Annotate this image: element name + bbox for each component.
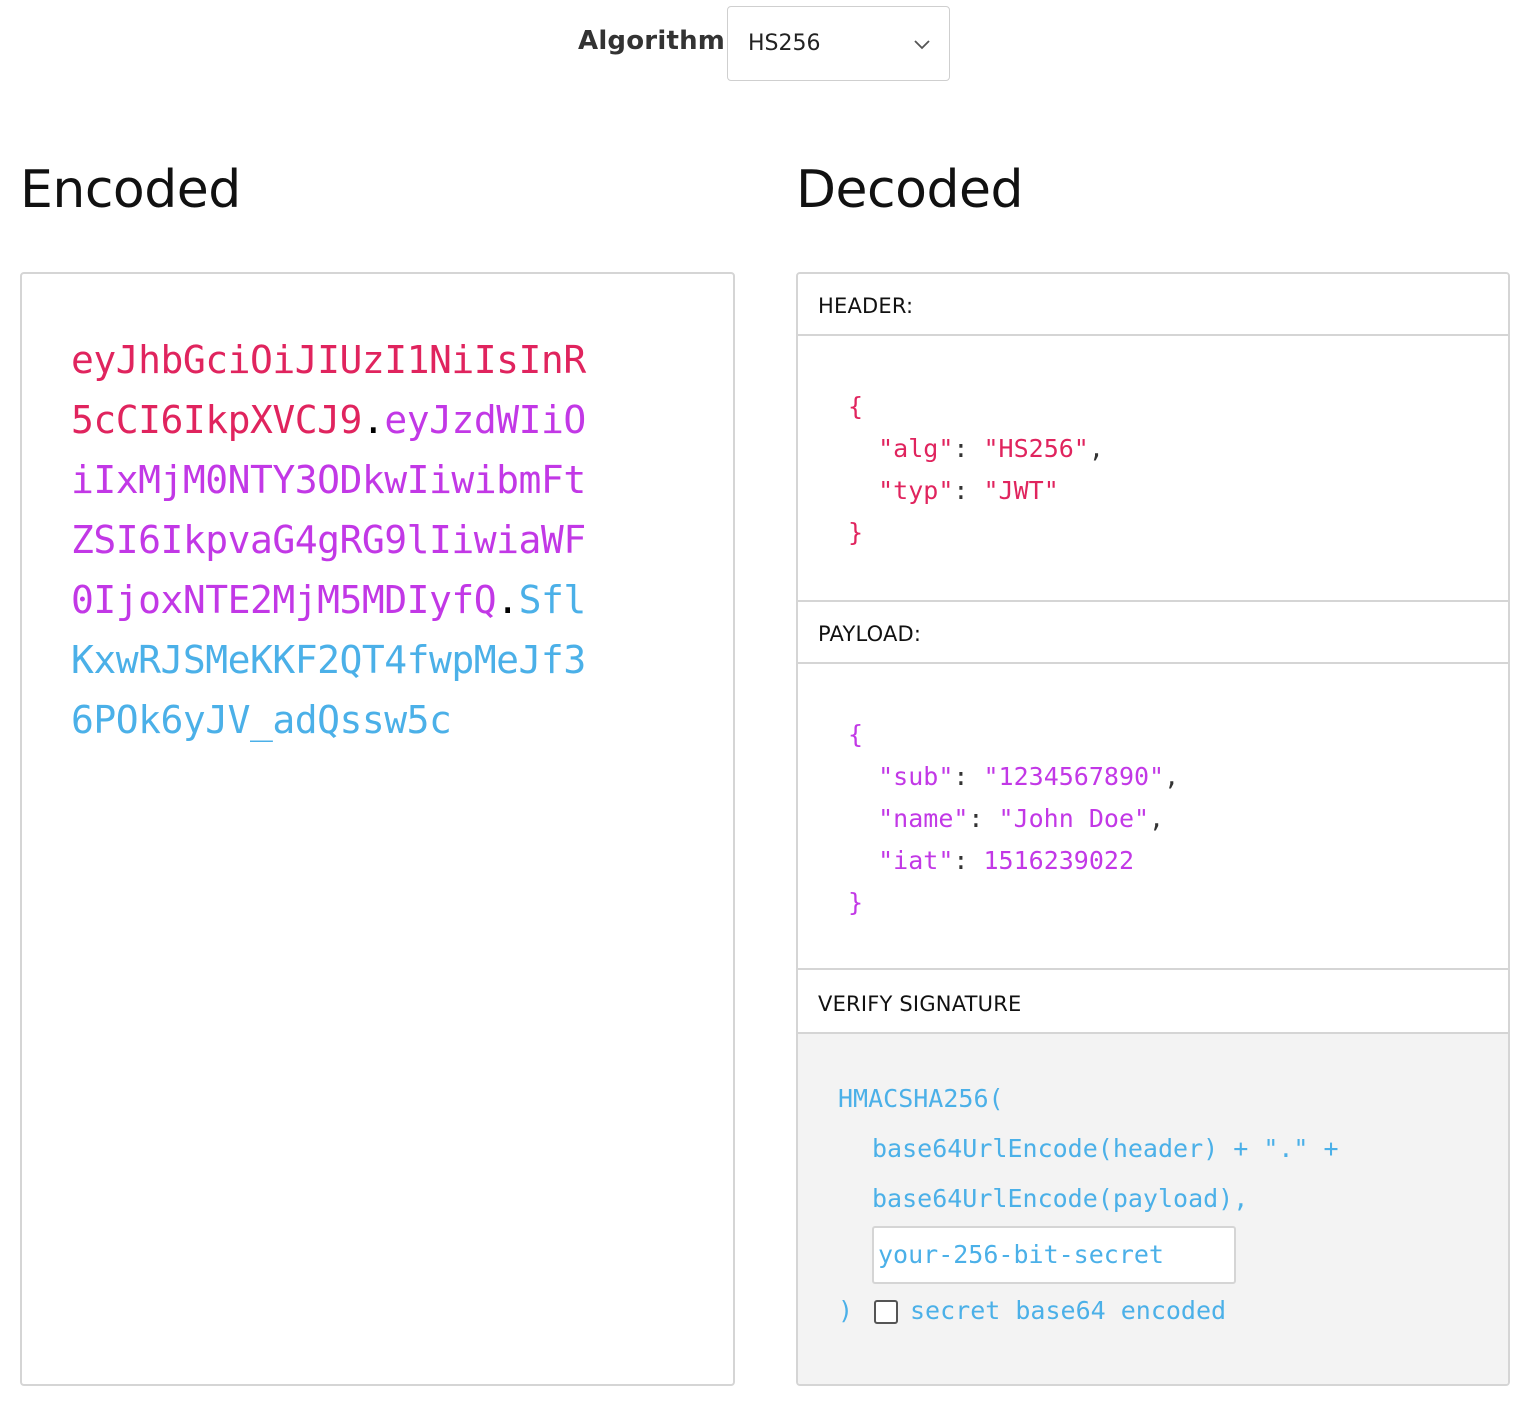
payload-json-editor[interactable]: { "sub": "1234567890", "name": "John Doe… (798, 664, 1508, 970)
hmac-line-header: base64UrlEncode(header) + "." + (872, 1134, 1339, 1163)
encoded-token[interactable]: eyJhbGciOiJIUzI1NiIsInR5cCI6IkpXVCJ9.eyJ… (71, 330, 591, 750)
algorithm-selected-value: HS256 (748, 31, 821, 56)
payload-json[interactable]: { "sub": "1234567890", "name": "John Doe… (848, 714, 1179, 924)
payload-iat-key: "iat" (878, 846, 954, 875)
chevron-down-icon (914, 40, 930, 50)
payload-name-value: "John Doe" (998, 804, 1150, 833)
json-open-brace: { (848, 720, 864, 749)
json-comma: , (1164, 762, 1180, 791)
json-close-brace: } (848, 518, 864, 547)
algorithm-select[interactable]: HS256 (727, 6, 950, 81)
verify-section-title: VERIFY SIGNATURE (798, 972, 1508, 1034)
secret-base64-label[interactable]: secret base64 encoded (910, 1296, 1226, 1325)
verify-section-label: VERIFY SIGNATURE (818, 992, 1022, 1016)
header-section-title: HEADER: (798, 274, 1508, 336)
verify-signature-body: HMACSHA256( base64UrlEncode(header) + ".… (798, 1034, 1508, 1384)
header-typ-value: "JWT" (983, 476, 1059, 505)
decoded-panel: HEADER: { "alg": "HS256", "typ": "JWT" }… (796, 272, 1510, 1386)
hmac-line-payload: base64UrlEncode(payload), (872, 1184, 1249, 1213)
header-typ-key: "typ" (878, 476, 954, 505)
encoded-title: Encoded (20, 160, 241, 220)
secret-base64-checkbox[interactable] (874, 1300, 898, 1324)
decoded-title: Decoded (796, 160, 1023, 220)
payload-name-key: "name" (878, 804, 969, 833)
token-separator: . (361, 398, 385, 442)
payload-section-label: PAYLOAD: (818, 622, 922, 646)
algorithm-label: Algorithm (578, 26, 726, 56)
secret-input[interactable]: your-256-bit-secret (872, 1226, 1236, 1284)
encoded-token-editor[interactable]: eyJhbGciOiJIUzI1NiIsInR5cCI6IkpXVCJ9.eyJ… (20, 272, 735, 1386)
header-json[interactable]: { "alg": "HS256", "typ": "JWT" } (848, 386, 1104, 554)
header-alg-value: "HS256" (983, 434, 1089, 463)
json-open-brace: { (848, 392, 864, 421)
hmac-close-paren: ) (838, 1296, 854, 1325)
json-comma: , (1088, 434, 1104, 463)
header-section-label: HEADER: (818, 294, 914, 318)
json-close-brace: } (848, 888, 864, 917)
header-json-editor[interactable]: { "alg": "HS256", "typ": "JWT" } (798, 336, 1508, 602)
algorithm-row: Algorithm HS256 (0, 0, 1524, 90)
header-alg-key: "alg" (878, 434, 954, 463)
json-comma: , (1149, 804, 1165, 833)
payload-sub-key: "sub" (878, 762, 954, 791)
hmac-function-name: HMACSHA256( (838, 1084, 1004, 1113)
payload-section-title: PAYLOAD: (798, 602, 1508, 664)
payload-sub-value: "1234567890" (983, 762, 1165, 791)
payload-iat-value: 1516239022 (983, 846, 1134, 875)
token-separator: . (496, 578, 519, 622)
